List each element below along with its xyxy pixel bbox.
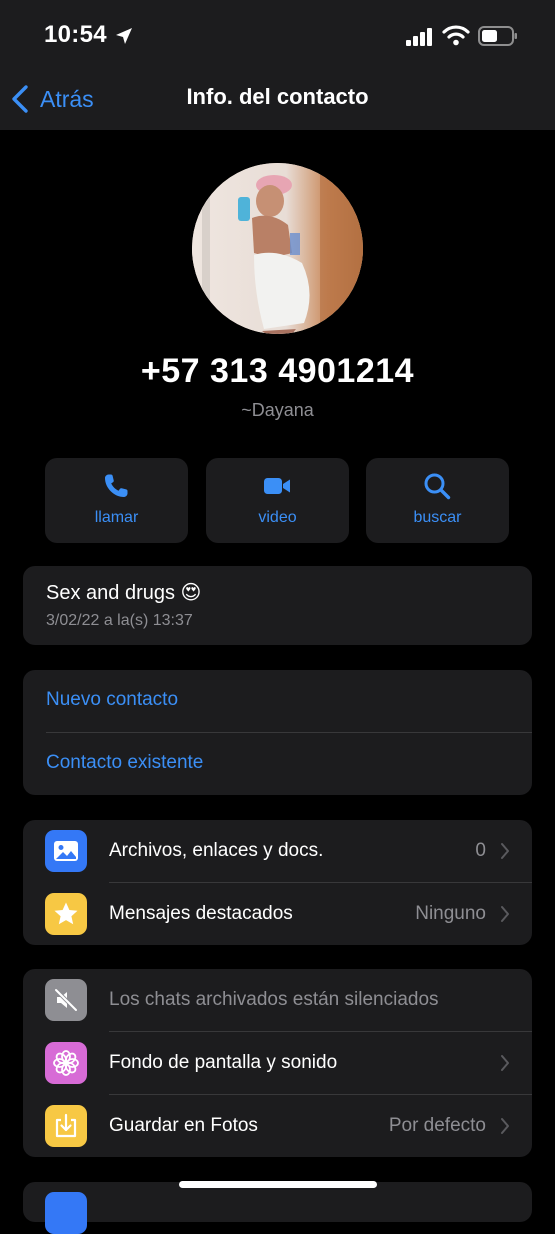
chevron-right-icon	[501, 906, 509, 922]
next-section-icon-box	[45, 1192, 87, 1234]
contact-links-card: Nuevo contacto Contacto existente	[23, 670, 532, 795]
contact-avatar[interactable]	[192, 163, 363, 334]
media-card: Archivos, enlaces y docs. 0 Mensajes des…	[23, 820, 532, 945]
new-contact-link[interactable]: Nuevo contacto	[46, 689, 178, 711]
flower-icon-box	[45, 1042, 87, 1084]
battery-icon	[478, 26, 517, 46]
divider	[46, 732, 532, 733]
chevron-right-icon	[501, 1055, 509, 1071]
flower-icon	[53, 1050, 79, 1076]
star-icon-box	[45, 893, 87, 935]
archived-muted-row: Los chats archivados están silenciados	[23, 969, 532, 1031]
search-icon	[424, 473, 451, 500]
muted-icon-box	[45, 979, 87, 1021]
star-icon	[54, 902, 78, 925]
contact-phone-number: +57 313 4901214	[140, 352, 415, 390]
starred-messages-label: Mensajes destacados	[109, 903, 293, 924]
navigation-bar: Atrás Info. del contacto	[0, 70, 555, 130]
phone-icon	[105, 474, 128, 497]
media-files-count: 0	[475, 840, 486, 861]
status-time: 10:54	[44, 21, 107, 48]
video-button[interactable]: video	[206, 458, 349, 543]
media-files-label: Archivos, enlaces y docs.	[109, 840, 324, 861]
profile-photo	[192, 163, 363, 334]
status-date: 3/02/22 a la(s) 13:37	[46, 612, 193, 629]
chevron-right-icon	[501, 1118, 509, 1134]
photo-icon	[54, 841, 78, 861]
chevron-right-icon	[501, 843, 509, 859]
save-to-photos-label: Guardar en Fotos	[109, 1115, 258, 1136]
settings-card: Los chats archivados están silenciados F…	[23, 969, 532, 1157]
photo-icon-box	[45, 830, 87, 872]
location-arrow-icon	[116, 28, 132, 44]
wallpaper-sound-label: Fondo de pantalla y sonido	[109, 1052, 338, 1073]
archived-muted-label: Los chats archivados están silenciados	[109, 989, 439, 1010]
call-label: llamar	[94, 509, 139, 526]
existing-contact-link[interactable]: Contacto existente	[46, 752, 203, 774]
download-icon	[55, 1113, 77, 1138]
starred-messages-row[interactable]: Mensajes destacados Ninguno	[23, 883, 532, 945]
muted-speaker-icon	[54, 988, 78, 1012]
next-section-card	[23, 1182, 532, 1234]
download-icon-box	[45, 1105, 87, 1147]
search-button[interactable]: buscar	[366, 458, 509, 543]
search-label: buscar	[413, 509, 462, 526]
cellular-signal-icon	[406, 28, 432, 46]
save-to-photos-row[interactable]: Guardar en Fotos Por defecto	[23, 1095, 532, 1157]
starred-messages-value: Ninguno	[415, 903, 486, 924]
save-to-photos-value: Por defecto	[388, 1115, 486, 1136]
contact-alias: ~Dayana	[241, 400, 314, 420]
home-indicator[interactable]	[179, 1181, 377, 1188]
media-files-row[interactable]: Archivos, enlaces y docs. 0	[23, 820, 532, 882]
wallpaper-sound-row[interactable]: Fondo de pantalla y sonido	[23, 1032, 532, 1094]
call-button[interactable]: llamar	[45, 458, 188, 543]
wifi-icon	[442, 25, 470, 46]
page-title: Info. del contacto	[186, 84, 369, 109]
status-bar: 10:54	[0, 0, 555, 70]
video-icon	[264, 478, 290, 494]
video-label: video	[258, 509, 297, 526]
status-text: Sex and drugs 😍	[46, 582, 202, 604]
status-card: Sex and drugs 😍 3/02/22 a la(s) 13:37	[23, 566, 532, 645]
